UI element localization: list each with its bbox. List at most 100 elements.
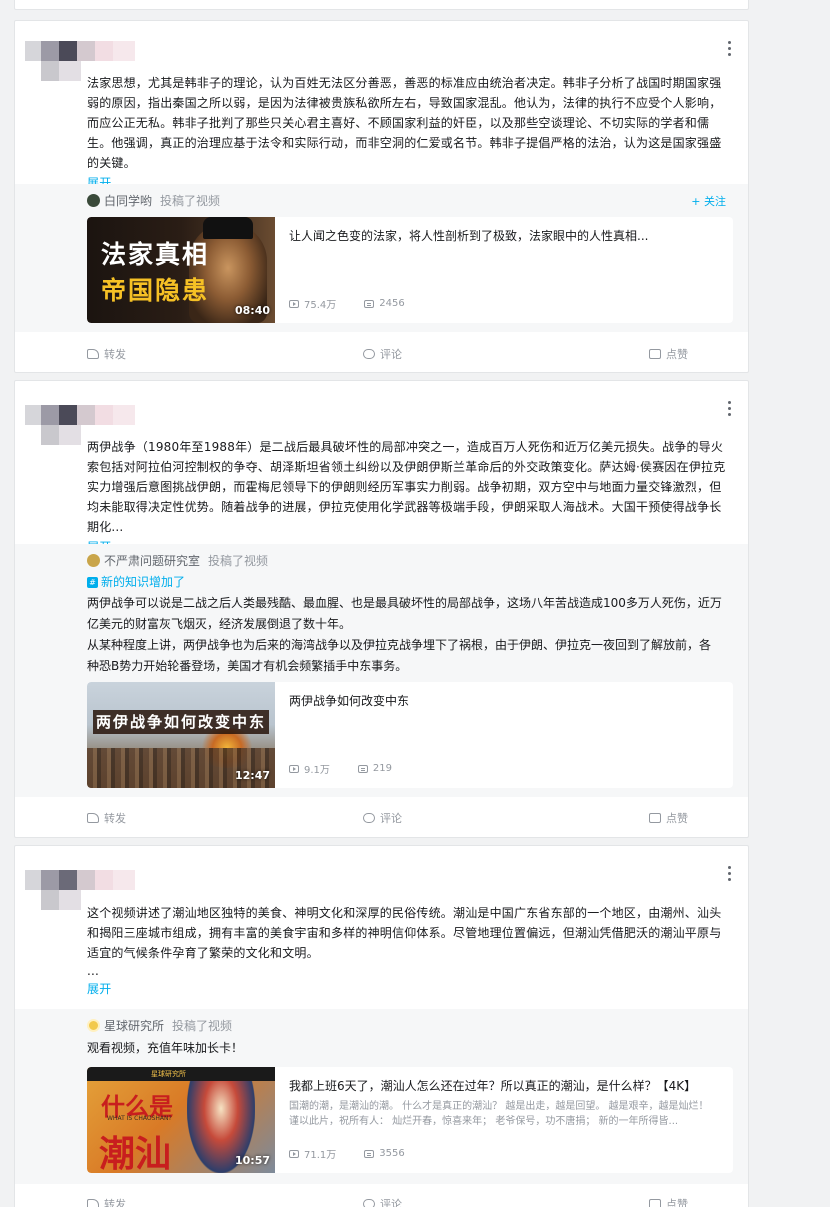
post-description: 法家思想，尤其是韩非子的理论，认为百姓无法区分善恶，善恶的标准应由统治者决定。韩… [87, 73, 732, 193]
like-icon [649, 813, 661, 823]
thumbnail-title-1: 法家真相 [101, 240, 210, 269]
view-count: 71.1万 [304, 1150, 337, 1161]
video-card[interactable]: 两伊战争如何改变中东 12:47 两伊战争如何改变中东 9.1万 219 [87, 682, 733, 788]
play-count-icon [289, 299, 299, 308]
play-count-icon [289, 1149, 299, 1158]
previous-card-edge [14, 0, 749, 10]
like-label: 点赞 [666, 812, 688, 825]
expand-link[interactable]: 展开 [87, 979, 732, 999]
view-count: 75.4万 [304, 300, 337, 311]
danmaku-count: 219 [372, 763, 392, 774]
thumbnail-topbar: 星球研究所 [87, 1067, 275, 1081]
forward-button[interactable]: 转发 [15, 798, 284, 837]
forward-icon [87, 1199, 99, 1207]
repost-paragraph-1: 两伊战争可以说是二战之后人类最残酷、最血腥、也是最具破坏性的局部战争，这场八年苦… [87, 596, 722, 631]
repost-block: 白同学哟 投稿了视频 + 关注 法家真相 帝国隐患 08:40 让人闻之色变的法… [15, 184, 748, 332]
comment-button[interactable]: 评论 [284, 1184, 491, 1207]
forward-button[interactable]: 转发 [15, 334, 284, 372]
uploader-avatar[interactable] [87, 1019, 100, 1032]
more-options-icon[interactable] [724, 866, 734, 884]
danmaku-count: 3556 [379, 1148, 405, 1159]
video-stats: 71.1万 3556 [289, 1146, 433, 1161]
forward-icon [87, 813, 99, 823]
like-label: 点赞 [666, 1198, 688, 1207]
new-knowledge-tag[interactable]: # 新的知识增加了 [87, 572, 722, 593]
uploader-name[interactable]: 白同学哟 [104, 192, 152, 209]
uploader-avatar[interactable] [87, 554, 100, 567]
comment-icon [363, 813, 375, 823]
post-description: 两伊战争（1980年至1988年）是二战后最具破坏性的局部冲突之一，造成百万人死… [87, 437, 732, 557]
forward-label: 转发 [104, 348, 126, 361]
danmaku-icon [364, 299, 375, 308]
action-text: 投稿了视频 [160, 194, 221, 208]
ellipsis: ... [87, 964, 100, 978]
repost-text: # 新的知识增加了 两伊战争可以说是二战之后人类最残酷、最血腥、也是最具破坏性的局… [87, 572, 722, 677]
like-button[interactable]: 点赞 [491, 1184, 748, 1207]
like-icon [649, 349, 661, 359]
video-thumbnail[interactable]: 星球研究所 什么是 WHAT IS CHAOSHAN? 潮汕 10:57 [87, 1067, 275, 1173]
video-title[interactable]: 我都上班6天了，潮汕人怎么还在过年？所以真正的潮汕，是什么样？【4K】 [289, 1077, 723, 1095]
comment-button[interactable]: 评论 [284, 798, 491, 837]
follow-button[interactable]: + 关注 [691, 193, 726, 209]
repost-block: 星球研究所 投稿了视频 观看视频，充值年味加长卡！ 星球研究所 什么是 WHAT… [15, 1009, 748, 1184]
video-duration: 10:57 [234, 1154, 270, 1167]
repost-header: 不严肃问题研究室 投稿了视频 [87, 552, 268, 569]
forward-icon [87, 349, 99, 359]
dynamic-card: 法家思想，尤其是韩非子的理论，认为百姓无法区分善恶，善恶的标准应由统治者决定。韩… [14, 20, 749, 373]
uploader-name[interactable]: 不严肃问题研究室 [104, 552, 200, 569]
forward-label: 转发 [104, 1198, 126, 1207]
thumbnail-title-2: 帝国隐患 [101, 276, 210, 305]
video-card[interactable]: 星球研究所 什么是 WHAT IS CHAOSHAN? 潮汕 10:57 我都上… [87, 1067, 733, 1173]
action-bar: 转发 评论 点赞 [15, 334, 748, 372]
like-button[interactable]: 点赞 [491, 334, 748, 372]
repost-block: 不严肃问题研究室 投稿了视频 # 新的知识增加了 两伊战争可以说是二战之后人类最残… [15, 544, 748, 797]
forward-label: 转发 [104, 812, 126, 825]
comment-label: 评论 [380, 348, 402, 361]
danmaku-icon [357, 764, 368, 773]
repost-header: 星球研究所 投稿了视频 [87, 1017, 232, 1034]
action-text: 投稿了视频 [208, 554, 269, 568]
repost-header: 白同学哟 投稿了视频 [87, 192, 220, 209]
uploader-name[interactable]: 星球研究所 [104, 1017, 164, 1034]
new-knowledge-label: 新的知识增加了 [101, 575, 186, 589]
comment-icon [363, 1199, 375, 1207]
repost-paragraph-2: 从某种程度上讲，两伊战争也为后来的海湾战争以及伊拉克战争埋下了祸根，由于伊朗、伊… [87, 638, 712, 673]
thumbnail-title-2: 潮汕 [99, 1134, 172, 1173]
like-icon [649, 1199, 661, 1207]
video-thumbnail[interactable]: 法家真相 帝国隐患 08:40 [87, 217, 275, 323]
like-button[interactable]: 点赞 [491, 798, 748, 837]
like-label: 点赞 [666, 348, 688, 361]
thumbnail-title: 两伊战争如何改变中东 [93, 710, 269, 734]
more-options-icon[interactable] [724, 401, 734, 419]
action-bar: 转发 评论 点赞 [15, 798, 748, 837]
thumbnail-subtitle: WHAT IS CHAOSHAN? [107, 1115, 172, 1122]
dynamic-card: 这个视频讲述了潮汕地区独特的美食、神明文化和深厚的民俗传统。潮汕是中国广东省东部… [14, 845, 749, 1207]
video-duration: 12:47 [234, 769, 270, 782]
dynamic-card: 两伊战争（1980年至1988年）是二战后最具破坏性的局部冲突之一，造成百万人死… [14, 380, 749, 838]
video-duration: 08:40 [234, 304, 270, 317]
post-description: 这个视频讲述了潮汕地区独特的美食、神明文化和深厚的民俗传统。潮汕是中国广东省东部… [87, 903, 732, 999]
video-card[interactable]: 法家真相 帝国隐患 08:40 让人闻之色变的法家，将人性剖析到了极致，法家眼中… [87, 217, 733, 323]
action-bar: 转发 评论 点赞 [15, 1184, 748, 1207]
action-text: 投稿了视频 [172, 1019, 233, 1033]
danmaku-count: 2456 [379, 298, 405, 309]
repost-text: 观看视频，充值年味加长卡！ [87, 1041, 244, 1055]
video-title[interactable]: 两伊战争如何改变中东 [289, 692, 723, 710]
video-stats: 75.4万 2456 [289, 296, 433, 311]
topic-icon: # [87, 577, 98, 588]
comment-label: 评论 [380, 1198, 402, 1207]
video-description: 国潮的潮，是潮汕的潮。 什么才是真正的潮汕？ 越是出走，越是回望。 越是艰辛，越… [289, 1101, 709, 1127]
forward-button[interactable]: 转发 [15, 1184, 284, 1207]
video-stats: 9.1万 219 [289, 761, 420, 776]
uploader-avatar[interactable] [87, 194, 100, 207]
play-count-icon [289, 764, 299, 773]
comment-label: 评论 [380, 812, 402, 825]
comment-icon [363, 349, 375, 359]
video-thumbnail[interactable]: 两伊战争如何改变中东 12:47 [87, 682, 275, 788]
figure-hat [203, 217, 253, 239]
view-count: 9.1万 [304, 765, 330, 776]
comment-button[interactable]: 评论 [284, 334, 491, 372]
more-options-icon[interactable] [724, 41, 734, 59]
video-title[interactable]: 让人闻之色变的法家，将人性剖析到了极致，法家眼中的人性真相... [289, 227, 723, 245]
danmaku-icon [364, 1149, 375, 1158]
